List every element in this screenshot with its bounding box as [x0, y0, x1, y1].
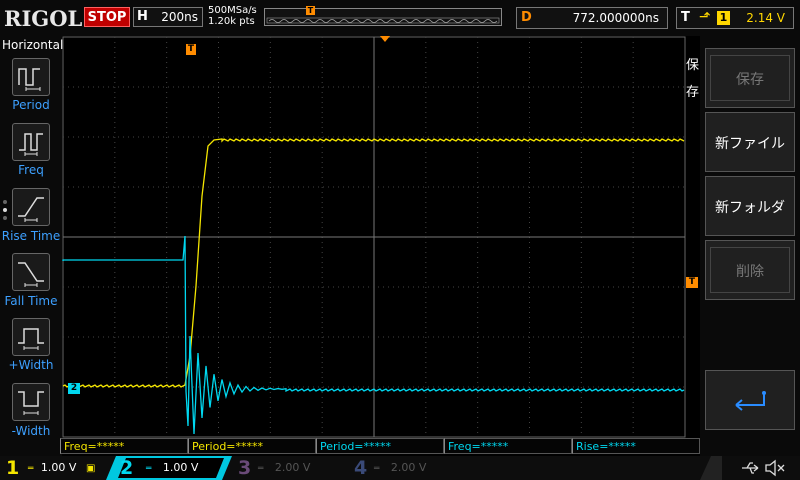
waveform-display[interactable]	[62, 36, 686, 438]
sample-rate: 500MSa/s	[208, 5, 257, 16]
period-button[interactable]	[12, 58, 50, 96]
timebase-value: 200ns	[161, 10, 198, 24]
new-folder-button[interactable]: 新フォルダ	[705, 176, 795, 236]
measurement-freq-1[interactable]: Freq=*****	[60, 438, 188, 454]
save-label: 保存	[736, 72, 764, 88]
fall-time-icon	[18, 262, 44, 287]
channel-4-number[interactable]: 4	[354, 456, 367, 480]
delete-label: 削除	[736, 264, 764, 280]
save-button[interactable]: 保存	[705, 48, 795, 108]
delay-key: D	[521, 10, 532, 25]
rise-time-icon	[18, 197, 44, 222]
channel-2-scale-box[interactable]: ═ 1.00 V	[146, 459, 226, 477]
trigger-level-marker[interactable]: T	[686, 277, 698, 288]
channel-2-number[interactable]: 2	[120, 456, 133, 480]
rigol-logo: RIGOL	[4, 6, 83, 31]
channel-3-scale-box[interactable]: ═ 2.00 V	[258, 459, 338, 477]
new-folder-label: 新フォルダ	[715, 200, 785, 216]
memory-overview-bar[interactable]	[264, 8, 502, 26]
trigger-source: 1	[717, 11, 730, 25]
memory-overview-waveform	[266, 17, 500, 24]
positive-width-button[interactable]	[12, 318, 50, 356]
channel-4-scale: 2.00 V	[390, 461, 427, 474]
trigger-level: 2.14 V	[746, 11, 785, 25]
measurement-period-1[interactable]: Period=*****	[188, 438, 316, 454]
trigger-position-marker[interactable]: T	[186, 44, 196, 55]
dc-coupling-icon: ═	[374, 464, 380, 474]
channel-1-number[interactable]: 1	[6, 456, 19, 480]
memory-depth: 1.20k pts	[208, 16, 255, 27]
page-dot	[3, 208, 7, 212]
fall-time-label: Fall Time	[4, 294, 58, 308]
dc-coupling-icon: ═	[258, 464, 264, 474]
channel-4-scale-box[interactable]: ═ 2.00 V	[374, 459, 454, 477]
horizontal-key: H	[137, 9, 148, 24]
bandwidth-limit-icon: ▣	[85, 463, 96, 474]
period-icon	[18, 68, 41, 91]
page-dot	[3, 216, 7, 220]
freq-label: Freq	[18, 163, 44, 177]
channel-3-number[interactable]: 3	[238, 456, 251, 480]
return-icon	[735, 391, 766, 411]
trigger-key: T	[681, 10, 690, 25]
delete-button[interactable]: 削除	[705, 240, 795, 300]
negative-width-icon	[18, 391, 44, 415]
menu-title: 保存	[686, 58, 700, 100]
usb-icon	[742, 462, 759, 474]
page-dot	[3, 200, 7, 204]
measurement-rise[interactable]: Rise=*****	[572, 438, 700, 454]
rising-edge-icon: ⬏	[699, 9, 711, 25]
run-stop-indicator[interactable]: STOP	[84, 7, 130, 27]
new-file-button[interactable]: 新ファイル	[705, 112, 795, 172]
timebase-box[interactable]: H 200ns	[133, 7, 203, 27]
memory-trigger-marker: T	[306, 6, 315, 15]
freq-button[interactable]	[12, 123, 50, 161]
frequency-icon	[19, 133, 43, 156]
measurement-period-2[interactable]: Period=*****	[316, 438, 444, 454]
channel-3-scale: 2.00 V	[274, 461, 311, 474]
channel-1-scale: 1.00 V	[40, 461, 77, 474]
positive-width-label: +Width	[8, 358, 54, 372]
negative-width-button[interactable]	[12, 383, 50, 421]
speaker-muted-icon[interactable]	[764, 459, 786, 477]
positive-width-icon	[18, 328, 44, 350]
trigger-box[interactable]: T ⬏ 1 2.14 V	[676, 7, 794, 29]
sidebar-title: Horizontal	[2, 38, 64, 52]
rise-time-button[interactable]	[12, 188, 50, 226]
dc-coupling-icon: ═	[146, 464, 152, 474]
channel-2-offset-marker[interactable]: 2	[68, 383, 80, 394]
dc-coupling-icon: ═	[28, 464, 34, 474]
delay-box[interactable]: D 772.000000ns	[516, 7, 668, 29]
rise-time-label: Rise Time	[1, 229, 61, 243]
center-marker-icon	[380, 36, 390, 42]
graticule	[62, 36, 686, 438]
delay-value: 772.000000ns	[572, 11, 659, 25]
fall-time-button[interactable]	[12, 253, 50, 291]
new-file-label: 新ファイル	[715, 136, 785, 152]
negative-width-label: -Width	[11, 424, 51, 438]
period-label: Period	[12, 98, 50, 112]
channel-2-scale: 1.00 V	[162, 461, 199, 474]
return-button[interactable]	[705, 370, 795, 430]
measurement-freq-2[interactable]: Freq=*****	[444, 438, 572, 454]
channel-1-scale-box[interactable]: ═ 1.00 V ▣	[28, 459, 108, 477]
